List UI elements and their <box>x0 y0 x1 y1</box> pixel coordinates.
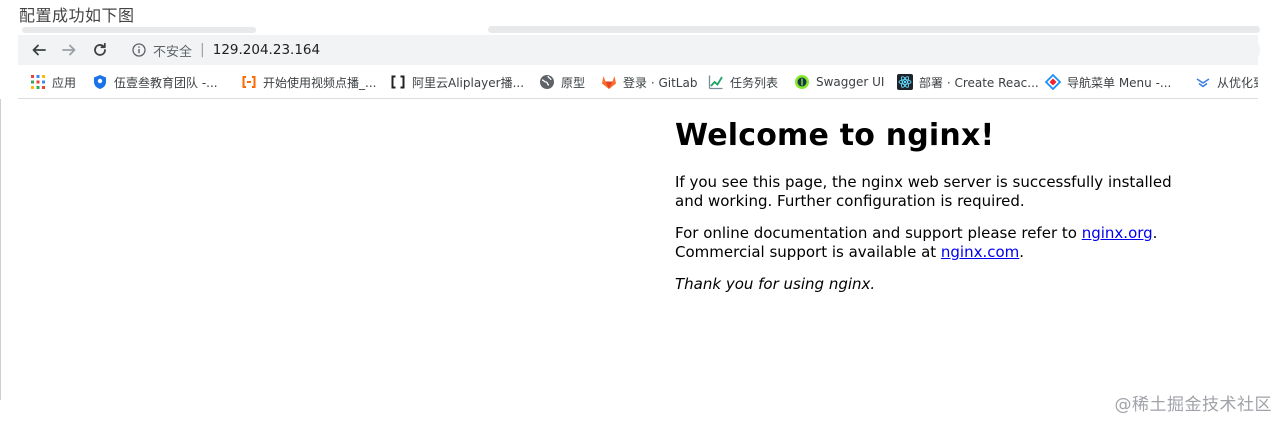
cropped-tab-strip-fragment <box>488 26 1260 33</box>
bookmark-apps[interactable]: 应用 <box>30 66 76 98</box>
bookmark-team[interactable]: 伍壹叁教育团队 -... <box>92 66 218 98</box>
bookmark-vod[interactable]: 开始使用视频点播_... <box>241 66 376 98</box>
thanks-message: Thank you for using nginx. <box>675 275 1195 294</box>
reload-icon <box>94 42 106 56</box>
bookmark-swagger[interactable]: Swagger UI <box>794 66 884 98</box>
bookmark-label: Swagger UI <box>816 75 885 89</box>
reload-button[interactable] <box>89 39 111 61</box>
bookmark-label: 阿里云Aliplayer播... <box>412 75 525 90</box>
support-text: For online documentation and support ple… <box>675 224 1082 242</box>
bookmark-label: 登录 · GitLab <box>623 75 698 90</box>
bookmark-gitlab[interactable]: 登录 · GitLab <box>601 66 697 98</box>
cropped-window-fragment <box>22 27 256 33</box>
chart-icon <box>708 74 724 90</box>
commercial-text: Commercial support is available at <box>675 243 941 261</box>
chevrons-icon <box>1195 74 1211 90</box>
bookmark-aliplayer[interactable]: 阿里云Aliplayer播... <box>390 66 524 98</box>
support-period: . <box>1152 224 1158 242</box>
commercial-period: . <box>1019 243 1025 261</box>
gitlab-icon <box>601 74 617 90</box>
bookmark-label: 开始使用视频点播_... <box>263 75 377 90</box>
bookmarks-bar: 应用 伍壹叁教育团队 -... 开始使用视频点播_... 阿里云Aliplaye… <box>18 66 1258 99</box>
thanks-text: Thank you for using nginx. <box>675 275 876 293</box>
nginx-welcome-page: Welcome to nginx! If you see this page, … <box>675 118 1195 307</box>
bookmark-nav-menu[interactable]: 导航菜单 Menu -... <box>1045 66 1171 98</box>
nginx-org-link[interactable]: nginx.org <box>1082 224 1153 242</box>
bookmark-label: 导航菜单 Menu -... <box>1067 75 1172 90</box>
page-heading: Welcome to nginx! <box>675 118 995 153</box>
support-message: For online documentation and support ple… <box>675 224 1195 262</box>
bookmark-deploy-react[interactable]: 部署 · Create Reac... <box>897 66 1039 98</box>
bookmark-label: 任务列表 <box>730 75 779 90</box>
address-bar[interactable]: 不安全 | 129.204.23.164 <box>120 36 1260 64</box>
watermark-text: @稀土掘金技术社区 <box>1114 395 1272 415</box>
arrow-left-icon <box>32 44 46 56</box>
install-message: If you see this page, the nginx web serv… <box>675 173 1172 210</box>
url-divider: | <box>200 42 205 58</box>
url-text[interactable]: 129.204.23.164 <box>213 42 320 58</box>
globe-icon <box>539 74 555 90</box>
bookmark-label: 从优化到 <box>1217 75 1258 90</box>
team-shield-icon <box>92 74 108 90</box>
info-icon[interactable] <box>132 43 146 57</box>
bookmark-optimization[interactable]: 从优化到 <box>1195 66 1258 98</box>
apps-grid-icon <box>30 74 46 90</box>
bookmark-prototype[interactable]: 原型 <box>539 66 585 98</box>
react-icon <box>897 74 913 90</box>
back-button[interactable] <box>28 39 50 61</box>
aliyun-bracket-icon <box>390 74 406 90</box>
bookmark-label: 应用 <box>52 75 77 90</box>
bookmark-tasks[interactable]: 任务列表 <box>708 66 778 98</box>
aliyun-icon <box>241 74 257 90</box>
security-status-label[interactable]: 不安全 <box>153 41 192 60</box>
caption-text: 配置成功如下图 <box>19 6 135 25</box>
forward-button[interactable] <box>58 39 80 61</box>
bookmark-label: 伍壹叁教育团队 -... <box>114 75 218 90</box>
browser-toolbar: 不安全 | 129.204.23.164 <box>18 35 1260 65</box>
bookmark-label: 部署 · Create Reac... <box>919 75 1039 90</box>
diamond-icon <box>1045 74 1061 90</box>
nginx-com-link[interactable]: nginx.com <box>941 243 1019 261</box>
bookmark-label: 原型 <box>561 75 586 90</box>
window-edge <box>0 99 1 400</box>
swagger-icon <box>794 74 810 90</box>
arrow-right-icon <box>62 44 76 56</box>
